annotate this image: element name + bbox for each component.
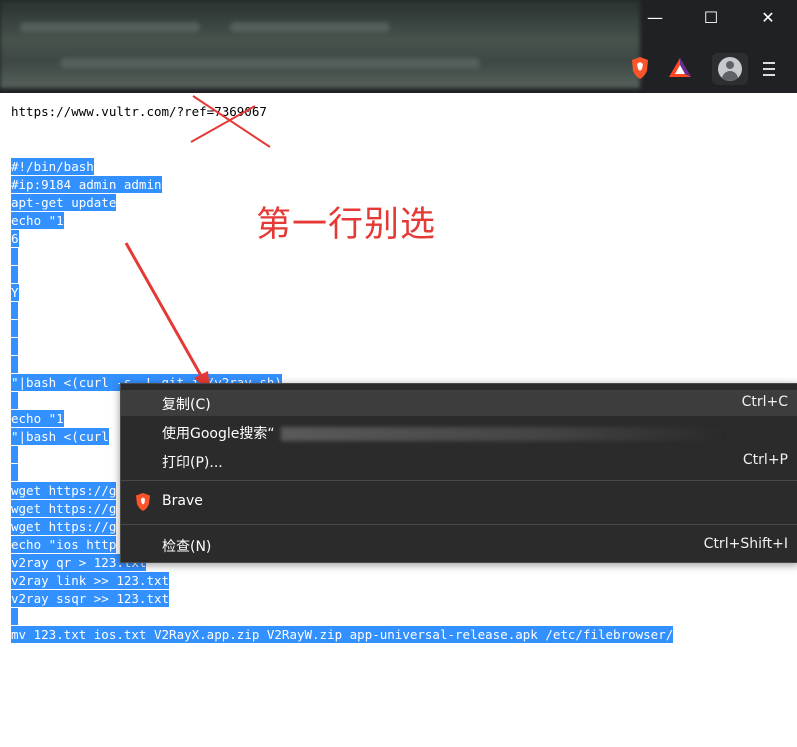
script-line: v2ray link >> 123.txt: [11, 572, 170, 589]
script-line: #!/bin/bash: [11, 158, 94, 175]
menu-item-copy[interactable]: 复制(C) Ctrl+C: [121, 390, 797, 416]
menu-item-google-search[interactable]: 使用Google搜索“: [121, 419, 797, 445]
menu-icon[interactable]: [758, 58, 782, 80]
brave-rewards-icon[interactable]: [665, 53, 695, 83]
script-line: wget https://g: [11, 518, 117, 535]
annotation-text: 第一行别选: [256, 205, 437, 245]
profile-icon: [718, 57, 742, 81]
menu-item-print[interactable]: 打印(P)... Ctrl+P: [121, 448, 797, 474]
script-line: mv 123.txt ios.txt V2RayX.app.zip V2RayW…: [11, 626, 674, 643]
script-line: apt-get update: [11, 194, 117, 211]
menu-item-shortcut: Ctrl+Shift+I: [703, 536, 788, 552]
menu-item-shortcut: Ctrl+C: [741, 394, 788, 410]
script-line: echo "1: [11, 410, 64, 427]
menu-item-inspect[interactable]: 检查(N) Ctrl+Shift+I: [121, 532, 797, 558]
brave-lion-icon: [133, 492, 153, 516]
menu-item-label: 使用Google搜索“: [162, 426, 275, 442]
context-menu: 复制(C) Ctrl+C 使用Google搜索“ 打印(P)... Ctrl+P…: [120, 383, 797, 563]
menu-item-label: 复制(C): [162, 397, 211, 413]
blurred-search-text: [281, 427, 721, 441]
script-line: wget https://g: [11, 500, 117, 517]
script-line: wget https://g: [11, 482, 117, 499]
script-line: "|bash <(curl: [11, 428, 109, 445]
cross-out-mark: [190, 95, 271, 148]
script-line: #ip:9184 admin admin: [11, 176, 162, 193]
close-button[interactable]: ✕: [755, 6, 781, 30]
script-line: v2ray ssqr >> 123.txt: [11, 590, 170, 607]
maximize-button[interactable]: ☐: [698, 6, 724, 30]
annotation-arrow: [124, 242, 210, 392]
profile-button[interactable]: [712, 53, 748, 85]
menu-item-label: 打印(P)...: [162, 455, 223, 471]
browser-titlebar: — ☐ ✕: [0, 0, 797, 93]
script-line: 6: [11, 230, 19, 247]
minimize-button[interactable]: —: [642, 6, 668, 30]
blurred-tabs-area: [0, 0, 640, 88]
script-line: echo "ios http: [11, 536, 117, 553]
script-line: Y: [11, 284, 19, 301]
menu-item-label: 检查(N): [162, 539, 212, 555]
menu-item-shortcut: Ctrl+P: [742, 452, 788, 468]
brave-shield-icon[interactable]: [625, 53, 655, 83]
menu-item-brave[interactable]: Brave: [121, 489, 797, 515]
menu-item-label: Brave: [162, 493, 203, 509]
script-line: echo "1: [11, 212, 64, 229]
